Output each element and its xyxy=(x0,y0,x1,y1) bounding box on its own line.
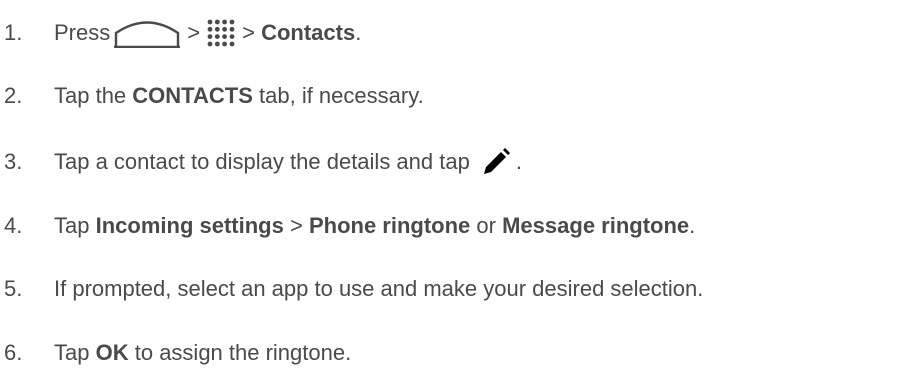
step-text: Tap a contact to display the details and… xyxy=(54,149,470,174)
step-number: 6. xyxy=(4,340,23,365)
step-4: 4. Tap Incoming settings > Phone rington… xyxy=(4,206,695,246)
step-text: Tap xyxy=(54,213,90,238)
step-1: 1. Press > > Contacts . xyxy=(4,13,361,53)
period: . xyxy=(515,149,522,174)
step-2: 2. Tap the CONTACTS tab, if necessary. xyxy=(4,76,424,116)
step-text: Press xyxy=(54,20,111,45)
contacts-tab-label: CONTACTS xyxy=(132,83,253,108)
step-3: 3. Tap a contact to display the details … xyxy=(4,142,522,182)
contacts-label: Contacts xyxy=(261,20,356,45)
step-text: tab, if necessary. xyxy=(259,83,424,108)
period: . xyxy=(355,20,362,45)
step-number: 3. xyxy=(4,149,23,174)
separator: > xyxy=(289,213,303,238)
step-5: 5. If prompted, select an app to use and… xyxy=(4,269,703,309)
message-ringtone-label: Message ringtone xyxy=(502,213,690,238)
step-number: 5. xyxy=(4,276,23,301)
separator: > xyxy=(242,20,255,45)
step-text: or xyxy=(476,213,496,238)
edit-pencil-icon xyxy=(482,148,510,176)
ok-label: OK xyxy=(95,340,129,365)
separator: > xyxy=(187,20,201,45)
instruction-steps: 1. Press > > Contacts . 2. Tap the CONTA… xyxy=(0,0,924,387)
step-text: If prompted, select an app to use and ma… xyxy=(54,276,704,301)
step-text: Tap xyxy=(54,340,90,365)
phone-ringtone-label: Phone ringtone xyxy=(308,213,471,238)
step-text: Tap the xyxy=(54,83,127,108)
period: . xyxy=(689,213,696,238)
step-number: 4. xyxy=(4,213,23,238)
home-icon xyxy=(114,18,181,48)
step-number: 2. xyxy=(4,83,23,108)
incoming-settings-label: Incoming settings xyxy=(95,213,284,238)
step-6: 6. Tap OK to assign the ringtone. xyxy=(4,333,351,373)
apps-grid-icon xyxy=(207,19,235,47)
step-number: 1. xyxy=(4,20,23,45)
step-text: to assign the ringtone. xyxy=(134,340,352,365)
